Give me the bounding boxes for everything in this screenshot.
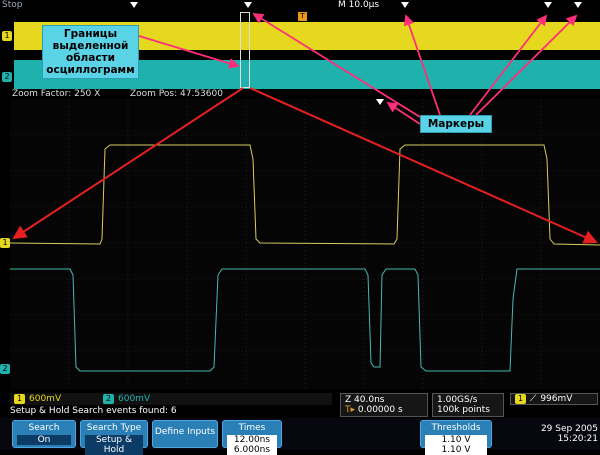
- record-length: 100k points: [437, 405, 490, 415]
- arrow-marker-2: [403, 14, 441, 116]
- define-inputs-button[interactable]: Define Inputs: [152, 420, 218, 448]
- annotation-arrows: [12, 13, 598, 244]
- trigger-readout[interactable]: 1 ⟋ 996mV: [510, 393, 598, 405]
- threshold-1-value: 1.10 V: [425, 435, 487, 445]
- search-status: Setup & Hold Search events found: 6: [10, 406, 177, 416]
- arrow-marker-3: [469, 14, 548, 116]
- date: 29 Sep 2005: [540, 424, 598, 434]
- hold-time-value: 6.000ns: [227, 445, 277, 455]
- sample-rate: 1.00GS/s: [437, 395, 478, 405]
- arrow-to-zoom-box: [138, 35, 240, 69]
- arrow-left-bound: [12, 87, 244, 240]
- thresholds-button[interactable]: Thresholds 1.10 V 1.10 V: [420, 420, 492, 455]
- trigger-source-badge: 1: [515, 394, 526, 404]
- arrow-right-bound: [249, 87, 598, 244]
- time: 15:20:21: [557, 434, 598, 444]
- search-type-value: Setup & Hold: [85, 435, 143, 455]
- search-button[interactable]: Search On: [12, 420, 76, 448]
- date-time: 29 Sep 2005 15:20:21: [532, 424, 598, 444]
- bottom-menu: Search On Search Type Setup & Hold Defin…: [0, 418, 600, 455]
- ch2-badge[interactable]: 2: [103, 394, 114, 404]
- times-button[interactable]: Times 12.00ns 6.000ns: [222, 420, 282, 455]
- setup-time-value: 12.00ns: [227, 435, 277, 445]
- search-value: On: [17, 435, 71, 445]
- threshold-2-value: 1.10 V: [425, 445, 487, 455]
- ch1-scale[interactable]: 600mV: [29, 394, 99, 404]
- sampling-readout[interactable]: 1.00GS/s 100k points: [432, 393, 504, 417]
- arrow-marker-4: [475, 14, 578, 116]
- rising-edge-icon: ⟋: [530, 394, 537, 404]
- ch1-badge[interactable]: 1: [14, 394, 25, 404]
- trigger-position-readout: T▸ 0.00000 s: [345, 405, 403, 415]
- timing-readout[interactable]: Z 40.0ns T▸ 0.00000 s: [340, 393, 428, 417]
- zoom-scale: Z 40.0ns: [345, 395, 385, 405]
- channel-readouts: 1 600mV 2 600mV: [10, 393, 332, 405]
- trigger-level: 996mV: [540, 394, 573, 404]
- search-type-button[interactable]: Search Type Setup & Hold: [80, 420, 148, 455]
- ch2-scale[interactable]: 600mV: [118, 394, 150, 404]
